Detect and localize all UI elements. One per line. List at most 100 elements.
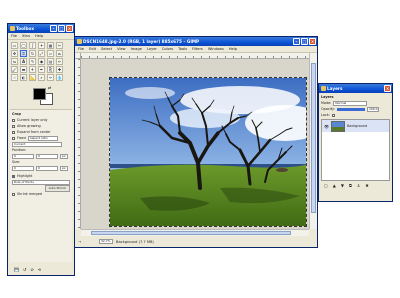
menu-colors[interactable]: Colors [162,46,173,52]
perspective-icon[interactable]: ⏢ [56,50,63,57]
menu-help[interactable]: Help [229,46,237,52]
menu-view[interactable]: View [117,46,126,52]
airbrush-icon[interactable]: ✈ [29,66,36,73]
reset-options-icon[interactable]: ⟲ [38,267,41,272]
anchor-layer-icon[interactable]: ⚓ [357,183,361,188]
highlight-checkbox[interactable] [12,174,15,178]
crop-icon[interactable]: ⌗ [20,50,27,57]
ink-icon[interactable]: ✒ [38,66,45,73]
current-layer-only-checkbox[interactable] [12,118,15,122]
rect-select-icon[interactable]: ▭ [11,42,18,49]
save-options-icon[interactable]: 💾 [14,267,19,272]
heal-icon[interactable]: ✚ [56,66,63,73]
measure-icon[interactable]: 📐 [29,74,36,81]
auto-shrink-button[interactable]: Auto Shrink [44,184,70,192]
delete-options-icon[interactable]: ⊘ [30,267,33,272]
ellipse-select-icon[interactable]: ◯ [20,42,27,49]
minimize-button[interactable]: – [293,38,300,45]
size-x-field[interactable]: 0 [12,165,34,171]
expand-from-center-checkbox[interactable] [12,130,15,134]
restore-options-icon[interactable]: ↺ [23,267,26,272]
vertical-scrollbar[interactable] [309,53,317,229]
layer-row-background[interactable]: 👁 Background [322,120,389,132]
foreground-color-swatch[interactable] [33,88,46,100]
duplicate-layer-icon[interactable]: ⧉ [349,183,352,188]
shear-icon[interactable]: ▱ [47,50,54,57]
rotate-icon[interactable]: ↻ [29,50,36,57]
fuzzy-select-icon[interactable]: ✦ [38,42,45,49]
menu-file[interactable]: File [11,33,17,39]
horizontal-scrollbar[interactable] [81,229,309,236]
image-titlebar[interactable]: DSCN1648.jpg-2.0 (RGB, 1 layer) 885x675 … [75,37,317,46]
color-picker-icon[interactable]: ✎ [29,58,36,65]
close-button[interactable]: × [384,85,391,92]
lower-layer-icon[interactable]: ▼ [341,183,344,188]
ratio-field[interactable]: Current [12,141,62,147]
image-canvas-area[interactable] [81,59,309,229]
position-x-field[interactable]: 0 [12,153,34,159]
color-select-icon[interactable]: ▦ [47,42,54,49]
convolve-icon[interactable]: 💧 [56,74,63,81]
horizontal-scroll-thumb[interactable] [91,231,291,235]
clone-icon[interactable]: ⎘ [47,66,54,73]
menu-file[interactable]: File [78,46,84,52]
scissors-icon[interactable]: ✂ [56,42,63,49]
paintbrush-icon[interactable]: 🖌 [11,66,18,73]
menu-tools[interactable]: Tools [178,46,187,52]
blend-icon[interactable]: ▤ [47,58,54,65]
shrink-merged-checkbox[interactable] [12,192,15,196]
maximize-button[interactable]: □ [301,38,308,45]
new-layer-icon[interactable]: ▢ [324,183,328,188]
size-unit-select[interactable]: px [60,165,68,171]
close-button[interactable]: × [309,38,316,45]
canvas-image[interactable] [109,77,307,227]
eye-icon[interactable]: 👁 [324,124,329,129]
bucket-fill-icon[interactable]: ◆ [38,58,45,65]
raise-layer-icon[interactable]: ▲ [333,183,336,188]
eraser-icon[interactable]: ▬ [20,66,27,73]
menu-select[interactable]: Select [101,46,112,52]
menu-windows[interactable]: Windows [208,46,224,52]
position-unit-select[interactable]: px [60,153,68,159]
fixed-checkbox[interactable] [12,136,15,140]
menu-image[interactable]: Image [131,46,142,52]
minimize-button[interactable]: – [50,25,57,32]
pencil-icon[interactable]: ✏ [56,58,63,65]
vertical-scroll-thumb[interactable] [311,63,316,213]
dodge-icon[interactable]: ◐ [20,74,27,81]
maximize-button[interactable]: □ [58,25,65,32]
menu-help[interactable]: Help [35,33,43,39]
move-icon[interactable]: ✥ [11,50,18,57]
toolbox-titlebar[interactable]: Toolbox – □ × [8,24,74,33]
image-title: DSCN1648.jpg-2.0 (RGB, 1 layer) 885x675 … [83,39,200,44]
toolbox-bottom-bar: 💾 ↺ ⊘ ⟲ [10,266,72,273]
swap-colors-icon[interactable]: ⇄ [48,85,51,90]
delete-layer-icon[interactable]: ✖ [365,183,368,188]
scale-icon[interactable]: ⤢ [38,50,45,57]
free-select-icon[interactable]: ʃ [29,42,36,49]
zoom-select[interactable]: 32.7% [99,239,113,244]
size-y-field[interactable]: 0 [36,165,58,171]
menu-layer[interactable]: Layer [147,46,157,52]
fixed-mode-select[interactable]: Aspect ratio [27,135,58,141]
allow-growing-checkbox[interactable] [12,124,15,128]
mode-label: Mode: [321,101,332,105]
menu-filters[interactable]: Filters [192,46,203,52]
status-bar: → 32.7% Background (7.7 MB) [75,236,317,247]
smudge-icon[interactable]: ☝ [11,74,18,81]
menu-edit[interactable]: Edit [89,46,96,52]
opacity-value[interactable]: 100.0 [366,106,379,112]
layers-titlebar[interactable]: Layers × [319,84,392,93]
zoom-icon[interactable]: ⌕ [38,74,45,81]
position-y-field[interactable]: 0 [36,153,58,159]
paths-icon[interactable]: ✑ [47,74,54,81]
lock-alpha-checkbox[interactable] [331,113,335,117]
menu-xtns[interactable]: Xtns [22,33,30,39]
layer-thumbnail[interactable] [331,120,346,132]
mode-select[interactable]: Normal [333,100,368,106]
close-button[interactable]: × [66,25,73,32]
text-icon[interactable]: A [20,58,27,65]
opacity-slider[interactable] [336,107,365,111]
layer-name[interactable]: Background [347,124,367,128]
flip-icon[interactable]: ⇋ [11,58,18,65]
